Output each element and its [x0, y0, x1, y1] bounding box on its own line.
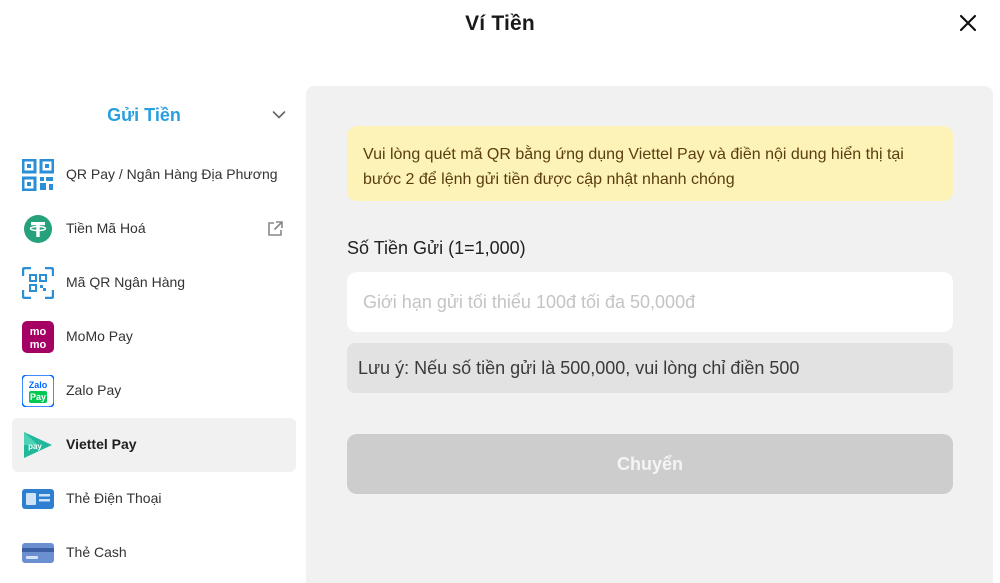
section-title: Gửi Tiền: [107, 105, 181, 125]
header: Ví Tiền: [0, 0, 1000, 52]
tether-icon: [22, 213, 54, 245]
sidebar-item-label: QR Pay / Ngân Hàng Địa Phương: [66, 166, 278, 182]
external-link-icon[interactable]: [266, 220, 284, 238]
momo-logo-text: mo: [30, 339, 47, 351]
sidebar-item-qr-pay[interactable]: QR Pay / Ngân Hàng Địa Phương: [12, 148, 296, 202]
sidebar-item-label: Tiền Mã Hoá: [66, 220, 146, 236]
amount-input[interactable]: [347, 272, 953, 332]
sidebar: Gửi Tiền QR Pay / Ngân Hàng Địa Phương T…: [0, 86, 306, 583]
sidebar-item-crypto[interactable]: Tiền Mã Hoá: [12, 202, 296, 256]
qr-code-icon: [22, 159, 54, 191]
amount-note: Lưu ý: Nếu số tiền gửi là 500,000, vui l…: [347, 343, 953, 393]
sidebar-item-label: Mã QR Ngân Hàng: [66, 274, 186, 290]
zalopay-logo-text: Pay: [30, 392, 46, 402]
sidebar-item-label: MoMo Pay: [66, 328, 133, 344]
close-icon[interactable]: [956, 11, 980, 35]
amount-label: Số Tiền Gửi (1=1,000): [347, 238, 526, 258]
sidebar-item-label: Viettel Pay: [66, 436, 137, 452]
zalopay-icon: Zalo Pay: [22, 375, 54, 407]
sidebar-item-viettelpay[interactable]: pay Viettel Pay: [12, 418, 296, 472]
notice-banner: Vui lòng quét mã QR bằng ứng dụng Viette…: [347, 126, 953, 201]
payment-method-list: QR Pay / Ngân Hàng Địa Phương Tiền Mã Ho…: [12, 148, 296, 580]
cash-card-icon: [22, 537, 54, 569]
deposit-panel: Vui lòng quét mã QR bằng ứng dụng Viette…: [306, 86, 993, 583]
sidebar-item-label: Zalo Pay: [66, 382, 122, 398]
deposit-section-toggle[interactable]: Gửi Tiền: [12, 100, 296, 132]
close-button[interactable]: [956, 11, 980, 35]
sidebar-item-label: Thẻ Cash: [66, 544, 127, 560]
sidebar-item-phone-card[interactable]: Thẻ Điện Thoại: [12, 472, 296, 526]
sidebar-item-zalopay[interactable]: Zalo Pay Zalo Pay: [12, 364, 296, 418]
momo-logo-text: mo: [30, 326, 47, 338]
bank-qr-icon: [22, 267, 54, 299]
momo-icon: mo mo: [22, 321, 54, 353]
sidebar-item-bank-qr[interactable]: Mã QR Ngân Hàng: [12, 256, 296, 310]
page-title: Ví Tiền: [465, 12, 535, 35]
sidebar-item-label: Thẻ Điện Thoại: [66, 490, 162, 506]
submit-button[interactable]: Chuyển: [347, 434, 953, 494]
zalopay-logo-text: Zalo: [29, 380, 48, 390]
sidebar-item-momo[interactable]: mo mo MoMo Pay: [12, 310, 296, 364]
chevron-down-icon: [272, 111, 286, 119]
viettelpay-logo-text: pay: [28, 442, 42, 451]
viettelpay-icon: pay: [22, 429, 54, 461]
phone-card-icon: [22, 483, 54, 515]
sidebar-item-cash-card[interactable]: Thẻ Cash: [12, 526, 296, 580]
